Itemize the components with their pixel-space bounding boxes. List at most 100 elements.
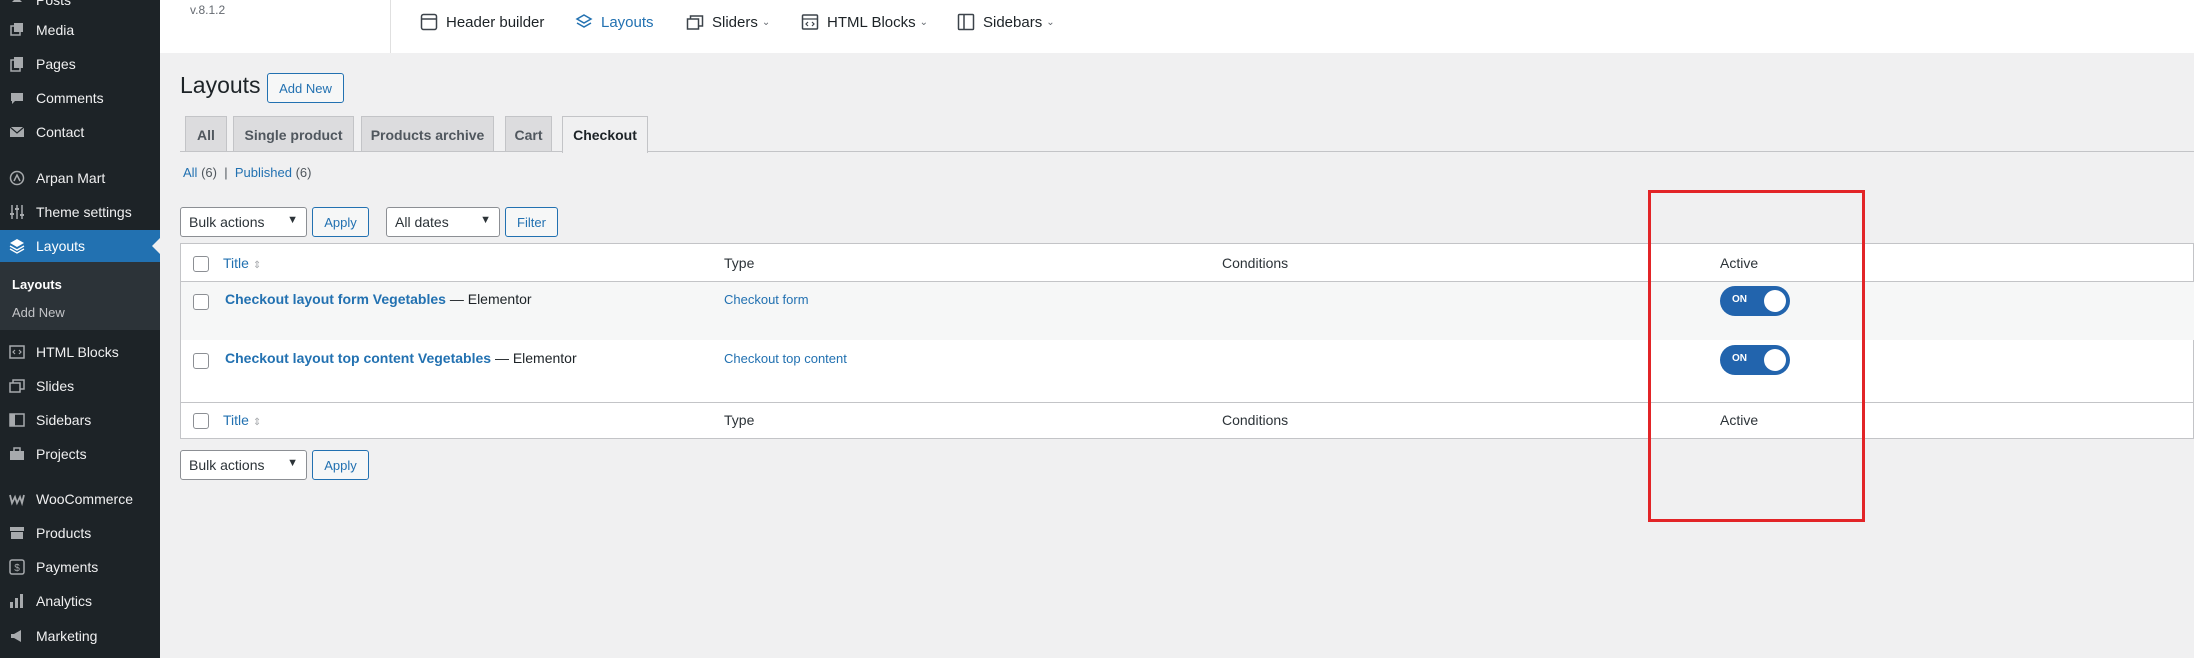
sidebar-item-label: Sidebars bbox=[36, 412, 92, 428]
dates-select[interactable]: All dates ▼ bbox=[386, 207, 500, 237]
row-type-link[interactable]: Checkout top content bbox=[724, 351, 847, 366]
sidebar-item-slides[interactable]: Slides bbox=[0, 370, 160, 402]
sidebar-item-analytics[interactable]: Analytics bbox=[0, 585, 160, 617]
topbar-divider bbox=[390, 0, 391, 53]
topnav-html-blocks[interactable]: HTML Blocks ⌄ bbox=[801, 10, 928, 34]
apply-button[interactable]: Apply bbox=[312, 207, 369, 237]
tab-products-archive[interactable]: Products archive bbox=[361, 116, 494, 152]
sidebar-icon bbox=[957, 13, 975, 31]
filter-published-count: (6) bbox=[295, 165, 312, 180]
sidebar-item-theme-settings[interactable]: Theme settings bbox=[0, 196, 160, 228]
sidebar-item-label: Payments bbox=[36, 559, 99, 575]
topnav-layouts[interactable]: Layouts bbox=[575, 10, 654, 34]
row-checkbox[interactable] bbox=[193, 294, 209, 310]
row-title: Checkout layout top content Vegetables —… bbox=[225, 350, 577, 366]
theme-topbar: v.8.1.2 Header builder Layouts Sliders ⌄… bbox=[160, 0, 2194, 53]
filter-separator: | bbox=[224, 165, 228, 180]
row-title-link[interactable]: Checkout layout form Vegetables bbox=[225, 291, 446, 307]
layouts-submenu: Layouts Add New bbox=[0, 262, 160, 330]
submenu-item-layouts[interactable]: Layouts bbox=[12, 277, 62, 292]
topnav-label: Sidebars bbox=[983, 13, 1043, 31]
table-row: Checkout layout form Vegetables — Elemen… bbox=[181, 282, 2194, 340]
comment-icon bbox=[8, 89, 26, 107]
select-all-checkbox-footer[interactable] bbox=[193, 413, 209, 429]
pin-icon bbox=[8, 0, 26, 9]
sidebar-item-woocommerce[interactable]: WooCommerce bbox=[0, 483, 160, 515]
pages-icon bbox=[8, 55, 26, 73]
theme-version: v.8.1.2 bbox=[190, 3, 226, 17]
sidebar-item-products[interactable]: Products bbox=[0, 517, 160, 549]
sidebar-item-layouts[interactable]: Layouts bbox=[0, 230, 160, 262]
sidebar-item-arpan-mart[interactable]: Arpan Mart bbox=[0, 162, 160, 194]
tab-all[interactable]: All bbox=[185, 116, 227, 152]
column-title-label: Title bbox=[223, 255, 249, 271]
chevron-down-icon: ▼ bbox=[287, 214, 298, 226]
settings-sliders-icon bbox=[8, 203, 26, 221]
add-new-button[interactable]: Add New bbox=[267, 73, 344, 103]
footer-divider bbox=[181, 402, 2194, 403]
chevron-down-icon: ▼ bbox=[480, 214, 491, 226]
select-all-checkbox[interactable] bbox=[193, 256, 209, 272]
column-title-footer[interactable]: Title ⇕ bbox=[223, 412, 261, 428]
sidebar-item-label: WooCommerce bbox=[36, 491, 133, 507]
layers-icon bbox=[8, 237, 26, 255]
row-checkbox[interactable] bbox=[193, 353, 209, 369]
megaphone-icon bbox=[8, 627, 26, 645]
sidebar-item-label: Contact bbox=[36, 124, 85, 140]
column-type-footer: Type bbox=[724, 412, 755, 428]
sidebar-item-label: Slides bbox=[36, 378, 75, 394]
sidebar-item-projects[interactable]: Projects bbox=[0, 438, 160, 470]
sort-icon: ⇕ bbox=[252, 417, 262, 428]
html-block-icon bbox=[8, 343, 26, 361]
chevron-down-icon: ▼ bbox=[287, 457, 298, 469]
table-row: Checkout layout top content Vegetables —… bbox=[181, 340, 2194, 402]
status-filter-links: All (6) | Published (6) bbox=[183, 165, 311, 180]
sidebar-item-html-blocks[interactable]: HTML Blocks bbox=[0, 336, 160, 368]
topnav-sidebars[interactable]: Sidebars ⌄ bbox=[957, 10, 1055, 34]
row-type-link[interactable]: Checkout form bbox=[724, 292, 809, 307]
sidebar-item-sidebars[interactable]: Sidebars bbox=[0, 404, 160, 436]
tab-checkout[interactable]: Checkout bbox=[562, 116, 648, 153]
submenu-item-add-new[interactable]: Add New bbox=[12, 305, 65, 320]
sidebar-item-label: Marketing bbox=[36, 628, 98, 644]
sidebar-item-label: HTML Blocks bbox=[36, 344, 119, 360]
sidebar-item-pages[interactable]: Pages bbox=[0, 48, 160, 80]
theme-logo-icon bbox=[8, 169, 26, 187]
filter-button[interactable]: Filter bbox=[505, 207, 558, 237]
sidebar-item-label: Arpan Mart bbox=[36, 170, 106, 186]
tab-single-product[interactable]: Single product bbox=[233, 116, 354, 152]
filter-published-link[interactable]: Published bbox=[235, 165, 292, 180]
column-type-header: Type bbox=[724, 255, 755, 271]
chevron-down-icon: ⌄ bbox=[761, 16, 771, 28]
archive-icon bbox=[8, 524, 26, 542]
sidebar-item-label: Pages bbox=[36, 56, 76, 72]
bulk-actions-value: Bulk actions bbox=[189, 214, 265, 230]
row-title-link[interactable]: Checkout layout top content Vegetables bbox=[225, 350, 491, 366]
tab-cart[interactable]: Cart bbox=[505, 116, 552, 152]
topnav-header-builder[interactable]: Header builder bbox=[420, 10, 544, 34]
highlight-box bbox=[1648, 190, 1865, 522]
sidebar-item-comments[interactable]: Comments bbox=[0, 82, 160, 114]
sidebar-item-label: Layouts bbox=[36, 238, 86, 254]
sidebar-item-media[interactable]: Media bbox=[0, 14, 160, 46]
sidebar-item-label: Products bbox=[36, 525, 92, 541]
sidebar-item-payments[interactable]: $ Payments bbox=[0, 551, 160, 583]
chevron-down-icon: ⌄ bbox=[919, 16, 929, 28]
dollar-icon: $ bbox=[8, 558, 26, 576]
topnav-label: HTML Blocks bbox=[827, 13, 916, 31]
page-title: Layouts bbox=[180, 72, 261, 98]
apply-button-bottom[interactable]: Apply bbox=[312, 450, 369, 480]
column-title-header[interactable]: Title ⇕ bbox=[223, 255, 261, 271]
svg-text:$: $ bbox=[14, 563, 20, 574]
sidebar-item-label: Projects bbox=[36, 446, 87, 462]
bulk-actions-select-bottom[interactable]: Bulk actions ▼ bbox=[180, 450, 307, 480]
sidebar-item-marketing[interactable]: Marketing bbox=[0, 620, 160, 652]
topnav-label: Sliders bbox=[712, 13, 758, 31]
slides-icon bbox=[8, 377, 26, 395]
sidebar-item-contact[interactable]: Contact bbox=[0, 116, 160, 148]
topnav-sliders[interactable]: Sliders ⌄ bbox=[686, 10, 770, 34]
sort-icon: ⇕ bbox=[252, 260, 262, 271]
filter-all-link[interactable]: All bbox=[183, 165, 197, 180]
bulk-actions-select[interactable]: Bulk actions ▼ bbox=[180, 207, 307, 237]
sidebar-item-label: Media bbox=[36, 22, 75, 38]
